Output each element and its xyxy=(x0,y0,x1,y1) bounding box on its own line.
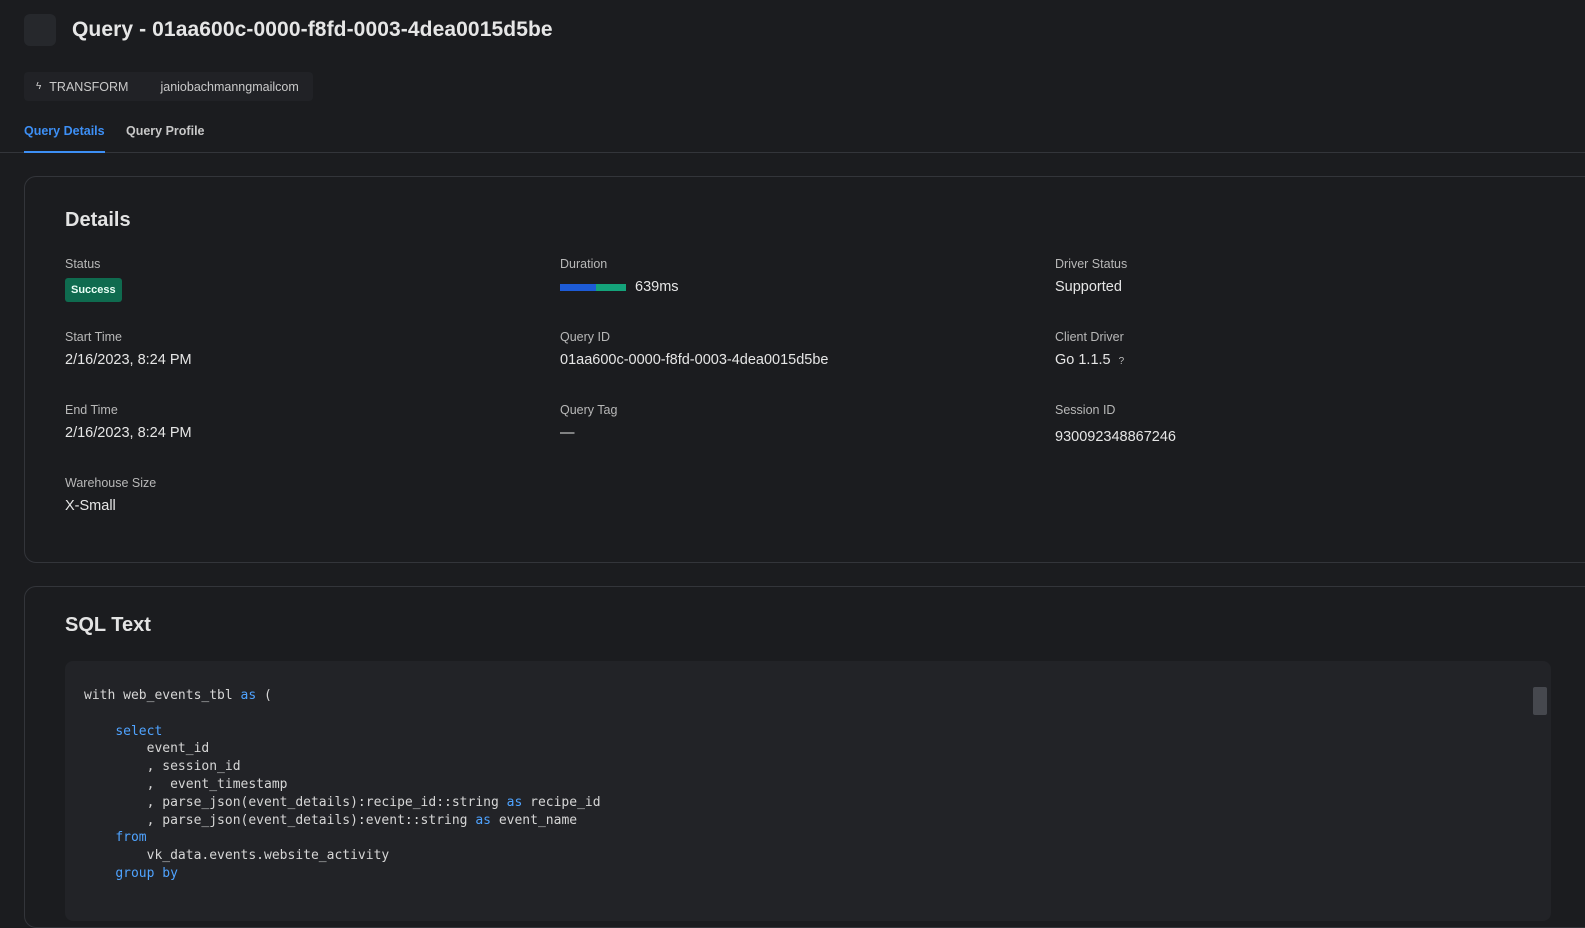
status-label: Status xyxy=(65,257,101,271)
start-time-field: Start Time 2/16/2023, 8:24 PM xyxy=(65,330,192,368)
tab-bar: Query Details Query Profile xyxy=(0,120,1585,153)
duration-bar-segment-compile xyxy=(560,283,596,291)
tab-query-details[interactable]: Query Details xyxy=(24,124,105,153)
sql-token: with web_events_tbl xyxy=(84,688,241,703)
sql-keyword: from xyxy=(115,830,147,846)
start-time-value: 2/16/2023, 8:24 PM xyxy=(65,352,192,368)
sql-token: , parse_json(event_details):recipe_id::s… xyxy=(84,794,507,810)
sql-line xyxy=(84,705,601,723)
query-id-field: Query ID 01aa600c-0000-f8fd-0003-4dea001… xyxy=(560,330,828,368)
help-icon[interactable]: ? xyxy=(1119,356,1125,367)
tab-query-profile[interactable]: Query Profile xyxy=(126,124,205,151)
sql-line: , session_id xyxy=(84,758,601,776)
status-field: Status Success xyxy=(65,257,122,302)
sql-keyword: as xyxy=(475,812,491,828)
session-id-label: Session ID xyxy=(1055,403,1116,417)
sql-token: , event_timestamp xyxy=(84,776,288,792)
warehouse-size-label: Warehouse Size xyxy=(65,476,157,490)
sql-line: event_id xyxy=(84,740,601,758)
end-time-field: End Time 2/16/2023, 8:24 PM xyxy=(65,403,192,441)
sql-line: group by xyxy=(84,865,601,883)
query-tag-field: Query Tag — xyxy=(560,403,617,441)
sql-token: vk_data.events.website_activity xyxy=(84,848,390,864)
user-chip[interactable]: janiobachmanngmailcom xyxy=(140,72,313,101)
client-driver-label: Client Driver xyxy=(1055,330,1124,344)
details-card: Details Status Success Duration 639ms Dr… xyxy=(24,176,1585,563)
sql-token: event_id xyxy=(84,741,210,757)
end-time-value: 2/16/2023, 8:24 PM xyxy=(65,425,192,441)
sql-card: SQL Text with web_events_tbl as ( select… xyxy=(24,586,1585,928)
client-driver-field: Client Driver Go 1.1.5? xyxy=(1055,330,1124,368)
status-badge: Success xyxy=(65,278,122,302)
sql-line: with web_events_tbl as ( xyxy=(84,687,601,705)
sql-title: SQL Text xyxy=(65,614,151,636)
sql-token: , parse_json(event_details):event::strin… xyxy=(84,812,476,828)
sql-keyword: select xyxy=(115,723,163,739)
query-tag-label: Query Tag xyxy=(560,403,618,417)
client-driver-value: Go 1.1.5 xyxy=(1055,352,1111,368)
sql-line: , parse_json(event_details):event::strin… xyxy=(84,812,601,830)
sql-code-text: with web_events_tbl as ( select event_id… xyxy=(84,687,601,883)
code-scrollbar-thumb[interactable] xyxy=(1533,687,1547,715)
query-id-value: 01aa600c-0000-f8fd-0003-4dea0015d5be xyxy=(560,352,829,368)
start-time-label: Start Time xyxy=(65,330,122,344)
query-id-label: Query ID xyxy=(560,330,611,344)
warehouse-size-value: X-Small xyxy=(65,498,116,514)
end-time-label: End Time xyxy=(65,403,118,417)
sql-line: , event_timestamp xyxy=(84,776,601,794)
warehouse-size-field: Warehouse Size X-Small xyxy=(65,476,156,514)
duration-bar-segment-execution xyxy=(595,283,626,291)
page-title: Query - 01aa600c-0000-f8fd-0003-4dea0015… xyxy=(72,18,553,41)
sql-line: select xyxy=(84,723,601,741)
sql-keyword: as xyxy=(506,794,523,810)
sql-token: ( xyxy=(256,688,272,703)
sql-keyword: as xyxy=(240,688,257,703)
duration-bar xyxy=(560,283,626,291)
sql-keyword: group by xyxy=(115,865,178,881)
sql-token: recipe_id xyxy=(522,794,601,810)
driver-status-label: Driver Status xyxy=(1055,257,1128,271)
details-title: Details xyxy=(65,209,131,231)
session-id-value: 930092348867246 xyxy=(1055,429,1176,445)
duration-field: Duration 639ms xyxy=(560,257,679,295)
sql-line: , parse_json(event_details):recipe_id::s… xyxy=(84,794,601,812)
driver-status-field: Driver Status Supported xyxy=(1055,257,1127,295)
lightning-icon: ϟ xyxy=(36,81,42,92)
duration-label: Duration xyxy=(560,257,608,271)
query-type-chip: ϟ TRANSFORM xyxy=(24,72,141,101)
sql-code-block[interactable]: with web_events_tbl as ( select event_id… xyxy=(65,661,1551,921)
session-id-field: Session ID 930092348867246 xyxy=(1055,403,1176,445)
sql-line: vk_data.events.website_activity xyxy=(84,847,601,865)
query-meta-chips: ϟ TRANSFORM janiobachmanngmailcom xyxy=(24,72,313,101)
driver-status-value: Supported xyxy=(1055,279,1122,295)
sql-token: event_name xyxy=(491,812,578,828)
duration-value: 639ms xyxy=(635,279,679,295)
query-type-label: TRANSFORM xyxy=(49,79,129,94)
sql-token: , session_id xyxy=(84,759,241,775)
sql-line: from xyxy=(84,829,601,847)
query-tag-value: — xyxy=(560,425,575,441)
back-button[interactable] xyxy=(24,14,56,46)
user-label: janiobachmanngmailcom xyxy=(160,79,299,94)
page-header: Query - 01aa600c-0000-f8fd-0003-4dea0015… xyxy=(24,14,553,46)
